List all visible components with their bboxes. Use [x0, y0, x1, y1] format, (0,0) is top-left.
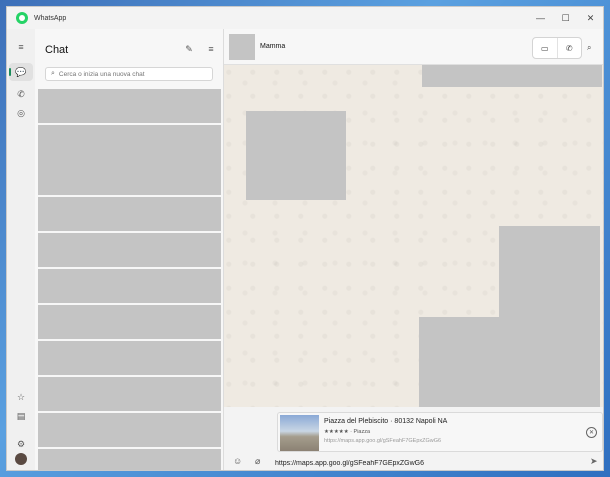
preview-thumbnail — [280, 415, 319, 451]
new-chat-icon[interactable]: ✎ — [183, 43, 195, 55]
close-preview-icon[interactable]: ✕ — [586, 427, 597, 438]
filter-icon[interactable]: ≡ — [205, 43, 217, 55]
composer-area: Piazza del Plebiscito · 80132 Napoli NA … — [224, 407, 603, 470]
window-controls: — ☐ ✕ — [528, 7, 603, 29]
preview-subtitle: ★★★★★ · Piazza — [324, 429, 371, 435]
starred-icon[interactable]: ☆ — [14, 390, 28, 404]
chat-list-item[interactable] — [38, 125, 221, 195]
chat-list-item[interactable] — [38, 305, 221, 339]
video-call-icon[interactable]: ▭ — [533, 38, 557, 58]
status-icon[interactable]: ◎ — [14, 106, 28, 120]
chat-search-box: ⌕ — [45, 67, 213, 81]
settings-icon[interactable]: ⚙ — [14, 437, 28, 451]
chat-background — [224, 65, 603, 435]
message-bubble[interactable] — [499, 226, 600, 317]
chat-list-item[interactable] — [38, 377, 221, 411]
preview-url: https://maps.app.goo.gl/gSFeahF7GEpxZGwG… — [324, 438, 442, 444]
search-icon[interactable]: ⌕ — [587, 43, 591, 53]
archive-icon[interactable]: ▤ — [14, 409, 28, 423]
contact-avatar[interactable] — [229, 34, 255, 60]
conversation-panel: Mamma ▭ ✆ ⌕ Piazza del Plebiscito · 8013… — [224, 29, 603, 470]
minimize-button[interactable]: — — [528, 7, 553, 29]
calls-icon[interactable]: ✆ — [14, 87, 28, 101]
chat-list-item[interactable] — [38, 89, 221, 123]
title-bar: WhatsApp — ☐ ✕ — [7, 7, 603, 29]
menu-icon[interactable]: ≡ — [14, 40, 28, 54]
voice-call-icon[interactable]: ✆ — [556, 38, 582, 58]
message-bubble[interactable] — [422, 65, 602, 87]
chat-list-item[interactable] — [38, 341, 221, 375]
chat-list-item[interactable] — [38, 197, 221, 231]
whatsapp-logo-icon — [16, 12, 28, 24]
chat-list-item[interactable] — [38, 269, 221, 303]
attach-icon[interactable]: ⌀ — [255, 456, 260, 467]
chat-search-input[interactable] — [58, 70, 199, 78]
chat-list-item[interactable] — [38, 233, 221, 267]
maximize-button[interactable]: ☐ — [553, 7, 578, 29]
message-bubble[interactable] — [246, 111, 346, 200]
search-icon: ⌕ — [51, 70, 55, 77]
chats-icon[interactable]: 💬 — [14, 65, 28, 79]
chat-list-panel: Chat ✎ ≡ ⌕ — [35, 29, 224, 470]
close-button[interactable]: ✕ — [578, 7, 603, 29]
conversation-header: Mamma ▭ ✆ ⌕ — [224, 29, 603, 65]
link-preview[interactable]: Piazza del Plebiscito · 80132 Napoli NA … — [277, 412, 603, 452]
message-bubble[interactable] — [419, 317, 600, 407]
message-input[interactable] — [275, 457, 575, 469]
chat-list-title: Chat — [45, 44, 69, 56]
preview-title: Piazza del Plebiscito · 80132 Napoli NA — [324, 418, 448, 425]
whatsapp-window: WhatsApp — ☐ ✕ ≡ 💬 ✆ ◎ ☆ ▤ ⚙ Chat ✎ ≡ ⌕ — [6, 6, 604, 471]
chat-list-item[interactable] — [38, 413, 221, 447]
contact-name[interactable]: Mamma — [260, 43, 285, 50]
app-title: WhatsApp — [34, 14, 67, 22]
navigation-rail: ≡ 💬 ✆ ◎ ☆ ▤ ⚙ — [7, 29, 35, 470]
composer-bar: ☺ ⌀ ➤ — [224, 454, 603, 470]
send-icon[interactable]: ➤ — [590, 456, 598, 467]
chat-list-actions: ✎ ≡ — [183, 43, 217, 55]
profile-avatar[interactable] — [15, 453, 27, 465]
call-buttons: ▭ ✆ — [532, 37, 582, 59]
chat-list-item[interactable] — [38, 449, 221, 470]
emoji-icon[interactable]: ☺ — [233, 456, 242, 466]
